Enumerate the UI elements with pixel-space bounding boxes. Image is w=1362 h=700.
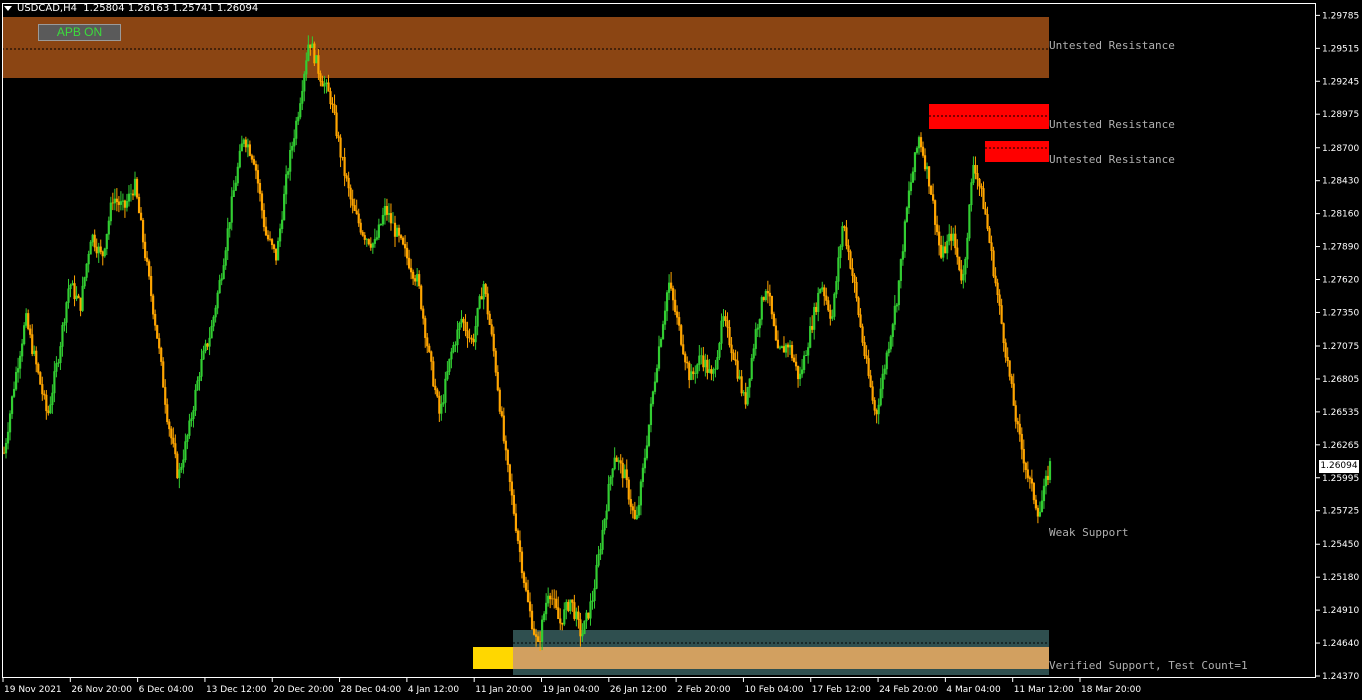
- x-tick-label: 26 Jan 12:00: [610, 685, 667, 695]
- zone-support-yellow: [473, 647, 513, 669]
- y-tick-label: 1.24370: [1322, 672, 1359, 682]
- zone-resistance-brown: [2, 17, 1049, 78]
- x-tick-label: 19 Jan 04:00: [543, 685, 600, 695]
- y-tick-label: 1.24910: [1322, 606, 1359, 616]
- x-tick-label: 24 Feb 20:00: [879, 685, 938, 695]
- y-tick-label: 1.29515: [1322, 44, 1359, 54]
- x-tick-label: 10 Feb 04:00: [744, 685, 803, 695]
- last-price-marker: 1.26094: [1319, 460, 1359, 473]
- x-tick-label: 11 Mar 12:00: [1014, 685, 1074, 695]
- y-tick-label: 1.27075: [1322, 342, 1359, 352]
- y-tick-label: 1.29245: [1322, 77, 1359, 87]
- zone-label-5: Verified Support, Test Count=1: [1049, 659, 1248, 672]
- y-tick-label: 1.28700: [1322, 144, 1359, 154]
- price-axis: 1.29785 1.29515 1.29245 1.28975 1.28700 1.284…: [1316, 11, 1359, 682]
- x-tick-label: 4 Mar 04:00: [946, 685, 1001, 695]
- y-tick-label: 1.25180: [1322, 573, 1359, 583]
- y-tick-label: 1.28975: [1322, 110, 1359, 120]
- zone-label-2: Untested Resistance: [1049, 118, 1175, 131]
- zone-label-1: Untested Resistance: [1049, 39, 1175, 52]
- x-tick-label: 13 Dec 12:00: [206, 685, 267, 695]
- y-tick-label: 1.27350: [1322, 308, 1359, 318]
- y-tick-label: 1.26535: [1322, 408, 1359, 418]
- x-tick-label: 28 Dec 04:00: [341, 685, 402, 695]
- x-tick-label: 19 Nov 2021: [4, 685, 62, 695]
- x-tick-label: 26 Nov 20:00: [71, 685, 132, 695]
- zone-label-4: Weak Support: [1049, 526, 1128, 539]
- symbol-label: USDCAD,H4 1.25804 1.26163 1.25741 1.2609…: [17, 3, 259, 14]
- chart-background: [0, 0, 1362, 700]
- y-tick-label: 1.26265: [1322, 441, 1359, 451]
- zone-support-teal-bottom: [513, 669, 1049, 675]
- zone-support-tan: [513, 647, 1049, 669]
- y-tick-label: 1.27620: [1322, 276, 1359, 286]
- symbol-dropdown-icon[interactable]: [4, 6, 12, 11]
- zone-support-teal: [513, 630, 1049, 647]
- x-tick-label: 2 Feb 20:00: [677, 685, 731, 695]
- y-tick-label: 1.29785: [1322, 11, 1359, 21]
- y-tick-label: 1.27890: [1322, 243, 1359, 253]
- x-tick-label: 4 Jan 12:00: [408, 685, 460, 695]
- y-tick-label: 1.25725: [1322, 507, 1359, 517]
- y-tick-label: 1.28160: [1322, 210, 1359, 220]
- y-tick-label: 1.28430: [1322, 177, 1359, 187]
- zone-label-3: Untested Resistance: [1049, 153, 1175, 166]
- y-tick-label: 1.25995: [1322, 474, 1359, 484]
- x-tick-label: 6 Dec 04:00: [139, 685, 194, 695]
- x-tick-label: 20 Dec 20:00: [273, 685, 334, 695]
- x-tick-label: 17 Feb 12:00: [812, 685, 871, 695]
- zone-resistance-red-2: [985, 141, 1049, 162]
- x-tick-label: 18 Mar 20:00: [1081, 685, 1141, 695]
- apb-toggle-button[interactable]: APB ON: [38, 24, 121, 41]
- y-tick-label: 1.26805: [1322, 375, 1359, 385]
- x-tick-label: 11 Jan 20:00: [475, 685, 532, 695]
- y-tick-label: 1.25450: [1322, 540, 1359, 550]
- y-tick-label: 1.24640: [1322, 639, 1359, 649]
- chart[interactable]: Untested Resistance Untested Resistance …: [0, 0, 1362, 700]
